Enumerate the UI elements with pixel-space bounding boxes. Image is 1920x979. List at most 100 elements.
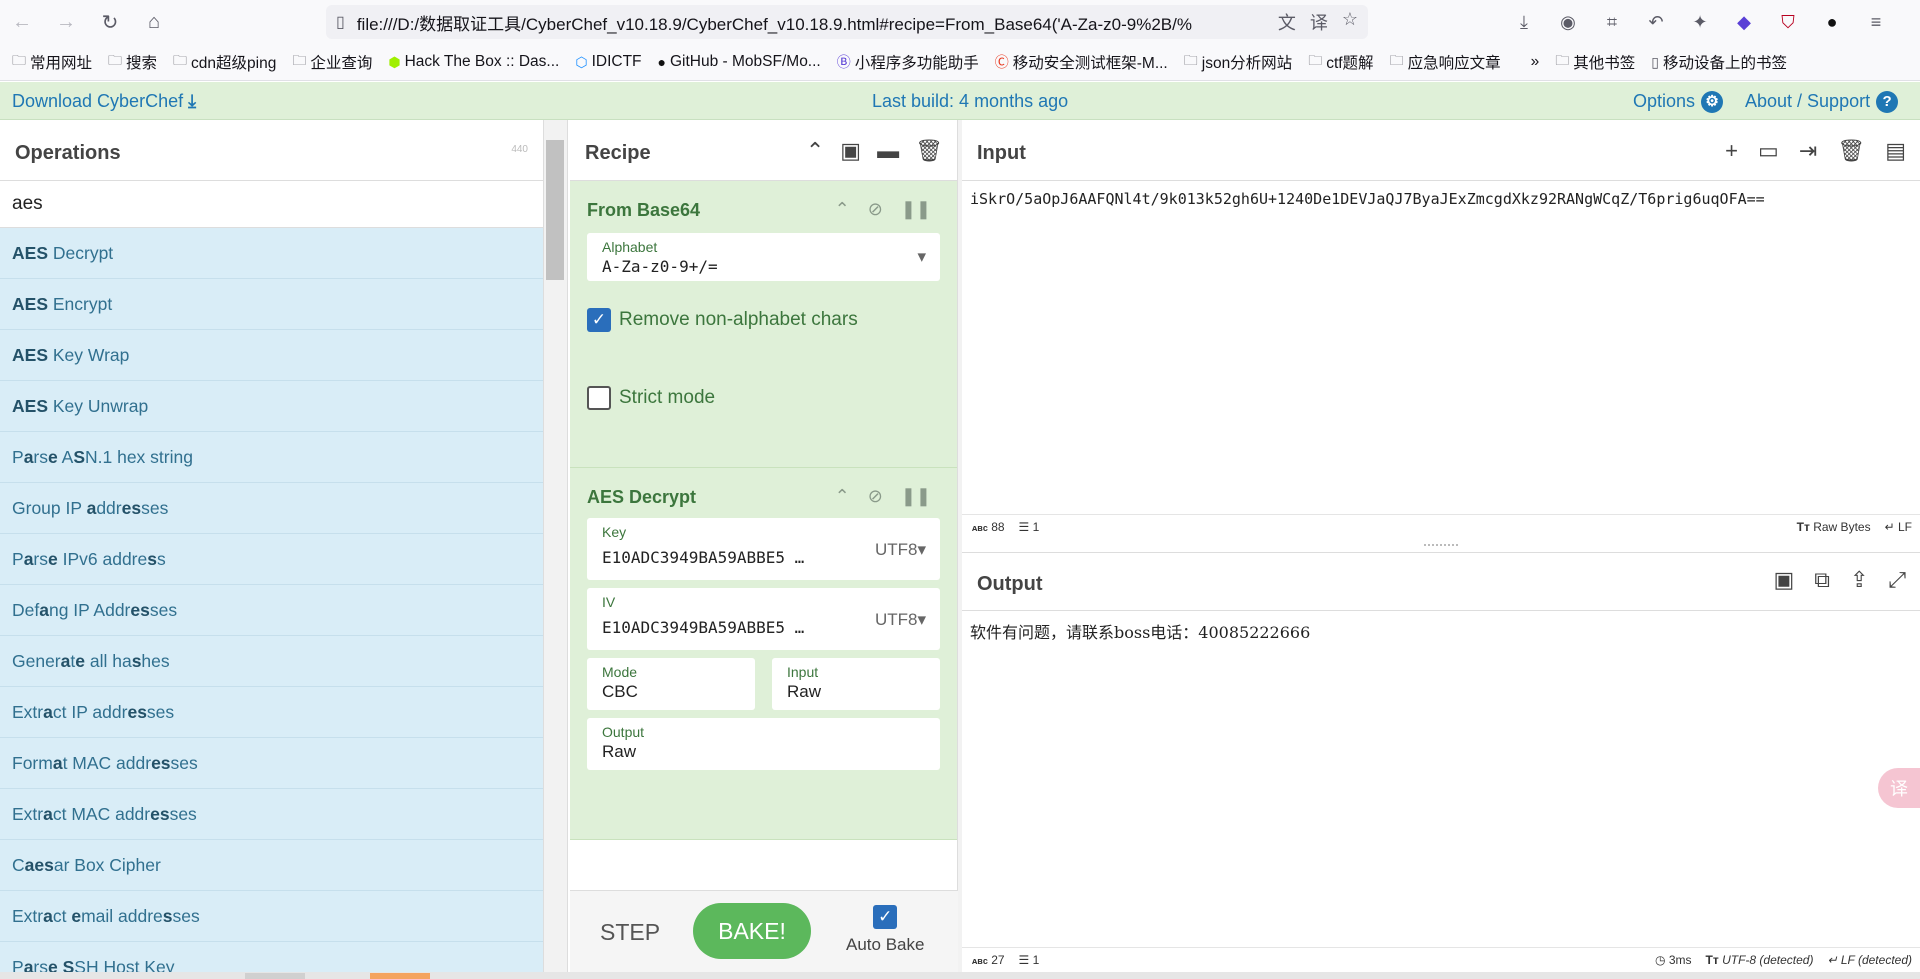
layout-icon[interactable]: ▤ [1885, 138, 1906, 164]
operation-item[interactable]: AES Decrypt [0, 228, 543, 279]
account-icon[interactable]: ◉ [1554, 12, 1582, 33]
output-text[interactable]: 软件有问题，请联系boss电话：40085222666 [970, 619, 1310, 643]
more-bookmarks-icon[interactable]: » [1531, 53, 1540, 71]
folder-icon: 🗀 [1555, 52, 1570, 68]
operation-item[interactable]: AES Encrypt [0, 279, 543, 330]
pause-icon[interactable]: ❚❚ [901, 199, 931, 220]
folder-open-icon[interactable]: ▬ [877, 138, 899, 164]
operation-item[interactable]: AES Key Wrap [0, 330, 543, 381]
extensions-icon[interactable]: ✦ [1686, 12, 1714, 33]
input-textarea[interactable]: iSkrO/5aOpJ6AAFQNl4t/9k013k52gh6U+1240De… [970, 190, 1765, 208]
bookmark-folder[interactable]: 🗀 企业查询 [292, 50, 372, 74]
scrollbar-thumb[interactable] [546, 140, 564, 280]
chevron-up-icon[interactable]: ⌃ [835, 486, 850, 507]
operation-item[interactable]: Parse IPv6 address [0, 534, 543, 585]
open-folder-icon[interactable]: ▭ [1758, 138, 1779, 164]
operations-count: 440 [511, 144, 528, 155]
output-format-select[interactable]: Output Raw [587, 718, 940, 770]
last-build-text: Last build: 4 months ago [872, 91, 1069, 111]
operation-item[interactable]: Generate all hashes [0, 636, 543, 687]
extension-purple-icon[interactable]: ◆ [1730, 12, 1758, 33]
input-eol[interactable]: ↵ LF [1885, 520, 1912, 534]
iv-input[interactable]: IV E10ADC3949BA59ABBE5 … UTF8▾ [587, 588, 940, 650]
key-input[interactable]: Key E10ADC3949BA59ABBE5 … UTF8▾ [587, 518, 940, 580]
save-icon[interactable]: ▣ [840, 138, 861, 164]
disable-icon[interactable]: ⊘ [868, 199, 883, 220]
alphabet-select[interactable]: Alphabet A-Za-z0-9+/= ▾ [587, 233, 940, 281]
operations-search-input[interactable]: aes [0, 181, 543, 228]
crop-icon[interactable]: ⌗ [1598, 12, 1626, 33]
trash-icon[interactable]: 🗑 [1837, 138, 1865, 164]
operation-item[interactable]: Extract MAC addresses [0, 789, 543, 840]
step-button[interactable]: STEP [600, 919, 660, 946]
output-encoding[interactable]: Tт UTF-8 (detected) [1706, 953, 1814, 967]
bookmark-link[interactable]: Ⓑ 小程序多功能助手 [837, 51, 979, 73]
menu-icon[interactable]: ≡ [1862, 12, 1890, 33]
operation-item[interactable]: Defang IP Addresses [0, 585, 543, 636]
iv-encoding-select[interactable]: UTF8▾ [875, 610, 926, 630]
operation-item[interactable]: Format MAC addresses [0, 738, 543, 789]
operation-item[interactable]: Caesar Box Cipher [0, 840, 543, 891]
page-translate-icon[interactable]: 译 [1310, 9, 1328, 35]
chevron-up-icon[interactable]: ⌃ [835, 199, 850, 220]
input-title: Input [977, 142, 1026, 164]
bookmark-link[interactable]: ● GitHub - MobSF/Mo... [658, 53, 821, 71]
address-bar[interactable]: ▯ file:///D:/数据取证工具/CyberChef_v10.18.9/C… [326, 5, 1368, 39]
auto-bake-checkbox[interactable]: ✓ Auto Bake [846, 905, 924, 955]
input-format-select[interactable]: Input Raw [772, 658, 940, 710]
bookmark-link[interactable]: Ⓒ 移动安全测试框架-M... [995, 51, 1168, 73]
key-encoding-select[interactable]: UTF8▾ [875, 540, 926, 560]
operation-item[interactable]: Extract email addresses [0, 891, 543, 942]
home-icon[interactable]: ⌂ [132, 0, 176, 44]
bookmark-folder[interactable]: ▯ 移动设备上的书签 [1651, 51, 1787, 73]
bookmark-folder[interactable]: 🗀 json分析网站 [1184, 50, 1292, 74]
copy-icon[interactable]: ⧉ [1814, 567, 1830, 593]
output-header: Output ▣ ⧉ ⇪ ⤢ [962, 553, 1920, 611]
forward-icon[interactable]: → [44, 0, 88, 44]
output-eol[interactable]: ↵ LF (detected) [1827, 953, 1912, 967]
folder-icon: 🗀 [292, 52, 307, 68]
operation-item[interactable]: Group IP addresses [0, 483, 543, 534]
bookmark-folder[interactable]: 🗀 常用网址 [12, 50, 92, 74]
extension-circle-icon[interactable]: ● [1818, 12, 1846, 33]
translate-icon[interactable]: 文 [1278, 9, 1296, 35]
save-icon[interactable]: ▣ [1773, 567, 1794, 593]
operation-item[interactable]: Parse ASN.1 hex string [0, 432, 543, 483]
ublock-icon[interactable]: ⛉ [1774, 12, 1802, 33]
operation-item[interactable]: AES Key Unwrap [0, 381, 543, 432]
translate-bubble-icon[interactable]: 译 [1878, 768, 1920, 808]
star-icon[interactable]: ☆ [1342, 9, 1358, 35]
bookmark-folder[interactable]: 🗀 cdn超级ping [173, 50, 276, 74]
pause-icon[interactable]: ❚❚ [901, 486, 931, 507]
disable-icon[interactable]: ⊘ [868, 486, 883, 507]
bake-button[interactable]: BAKE! [693, 903, 811, 959]
bake-time: ◷ 3ms [1655, 953, 1692, 967]
remove-nonalphabet-checkbox[interactable]: ✓ Remove non-alphabet chars [587, 281, 940, 359]
bookmark-folder[interactable]: 🗀 其他书签 [1555, 50, 1635, 74]
operation-item[interactable]: Extract IP addresses [0, 687, 543, 738]
url-text[interactable]: file:///D:/数据取证工具/CyberChef_v10.18.9/Cyb… [357, 10, 1278, 35]
open-file-icon[interactable]: ⇥ [1799, 138, 1817, 164]
operation-item[interactable]: Parse SSH Host Key [0, 942, 543, 972]
undo-icon[interactable]: ↶ [1642, 12, 1670, 33]
replace-input-icon[interactable]: ⇪ [1850, 567, 1868, 593]
bookmark-folder[interactable]: 🗀 搜索 [108, 50, 157, 74]
bookmark-link[interactable]: ⬡ IDICTF [575, 53, 641, 71]
back-icon[interactable]: ← [0, 0, 44, 44]
trash-icon[interactable]: 🗑 [915, 138, 943, 164]
io-resize-handle[interactable] [1424, 544, 1458, 548]
strict-mode-checkbox[interactable]: Strict mode [587, 359, 940, 437]
bookmark-folder[interactable]: 🗀 ctf题解 [1308, 50, 1373, 74]
about-support-button[interactable]: About / Support? [1745, 91, 1899, 114]
download-cyberchef-link[interactable]: Download CyberChef ⤓ [12, 91, 196, 112]
maximize-icon[interactable]: ⤢ [1888, 567, 1906, 593]
bookmark-link[interactable]: ⬢ Hack The Box :: Das... [388, 53, 559, 71]
input-format[interactable]: Tт Raw Bytes [1797, 520, 1871, 534]
options-button[interactable]: Options ⚙ [1633, 91, 1724, 114]
reload-icon[interactable]: ↻ [88, 0, 132, 44]
add-tab-icon[interactable]: + [1725, 138, 1738, 164]
bookmark-folder[interactable]: 🗀 应急响应文章 [1390, 50, 1501, 74]
collapse-icon[interactable]: ⌃ [806, 138, 824, 164]
download-icon[interactable]: ⤓ [1510, 12, 1538, 33]
mode-select[interactable]: Mode CBC [587, 658, 755, 710]
